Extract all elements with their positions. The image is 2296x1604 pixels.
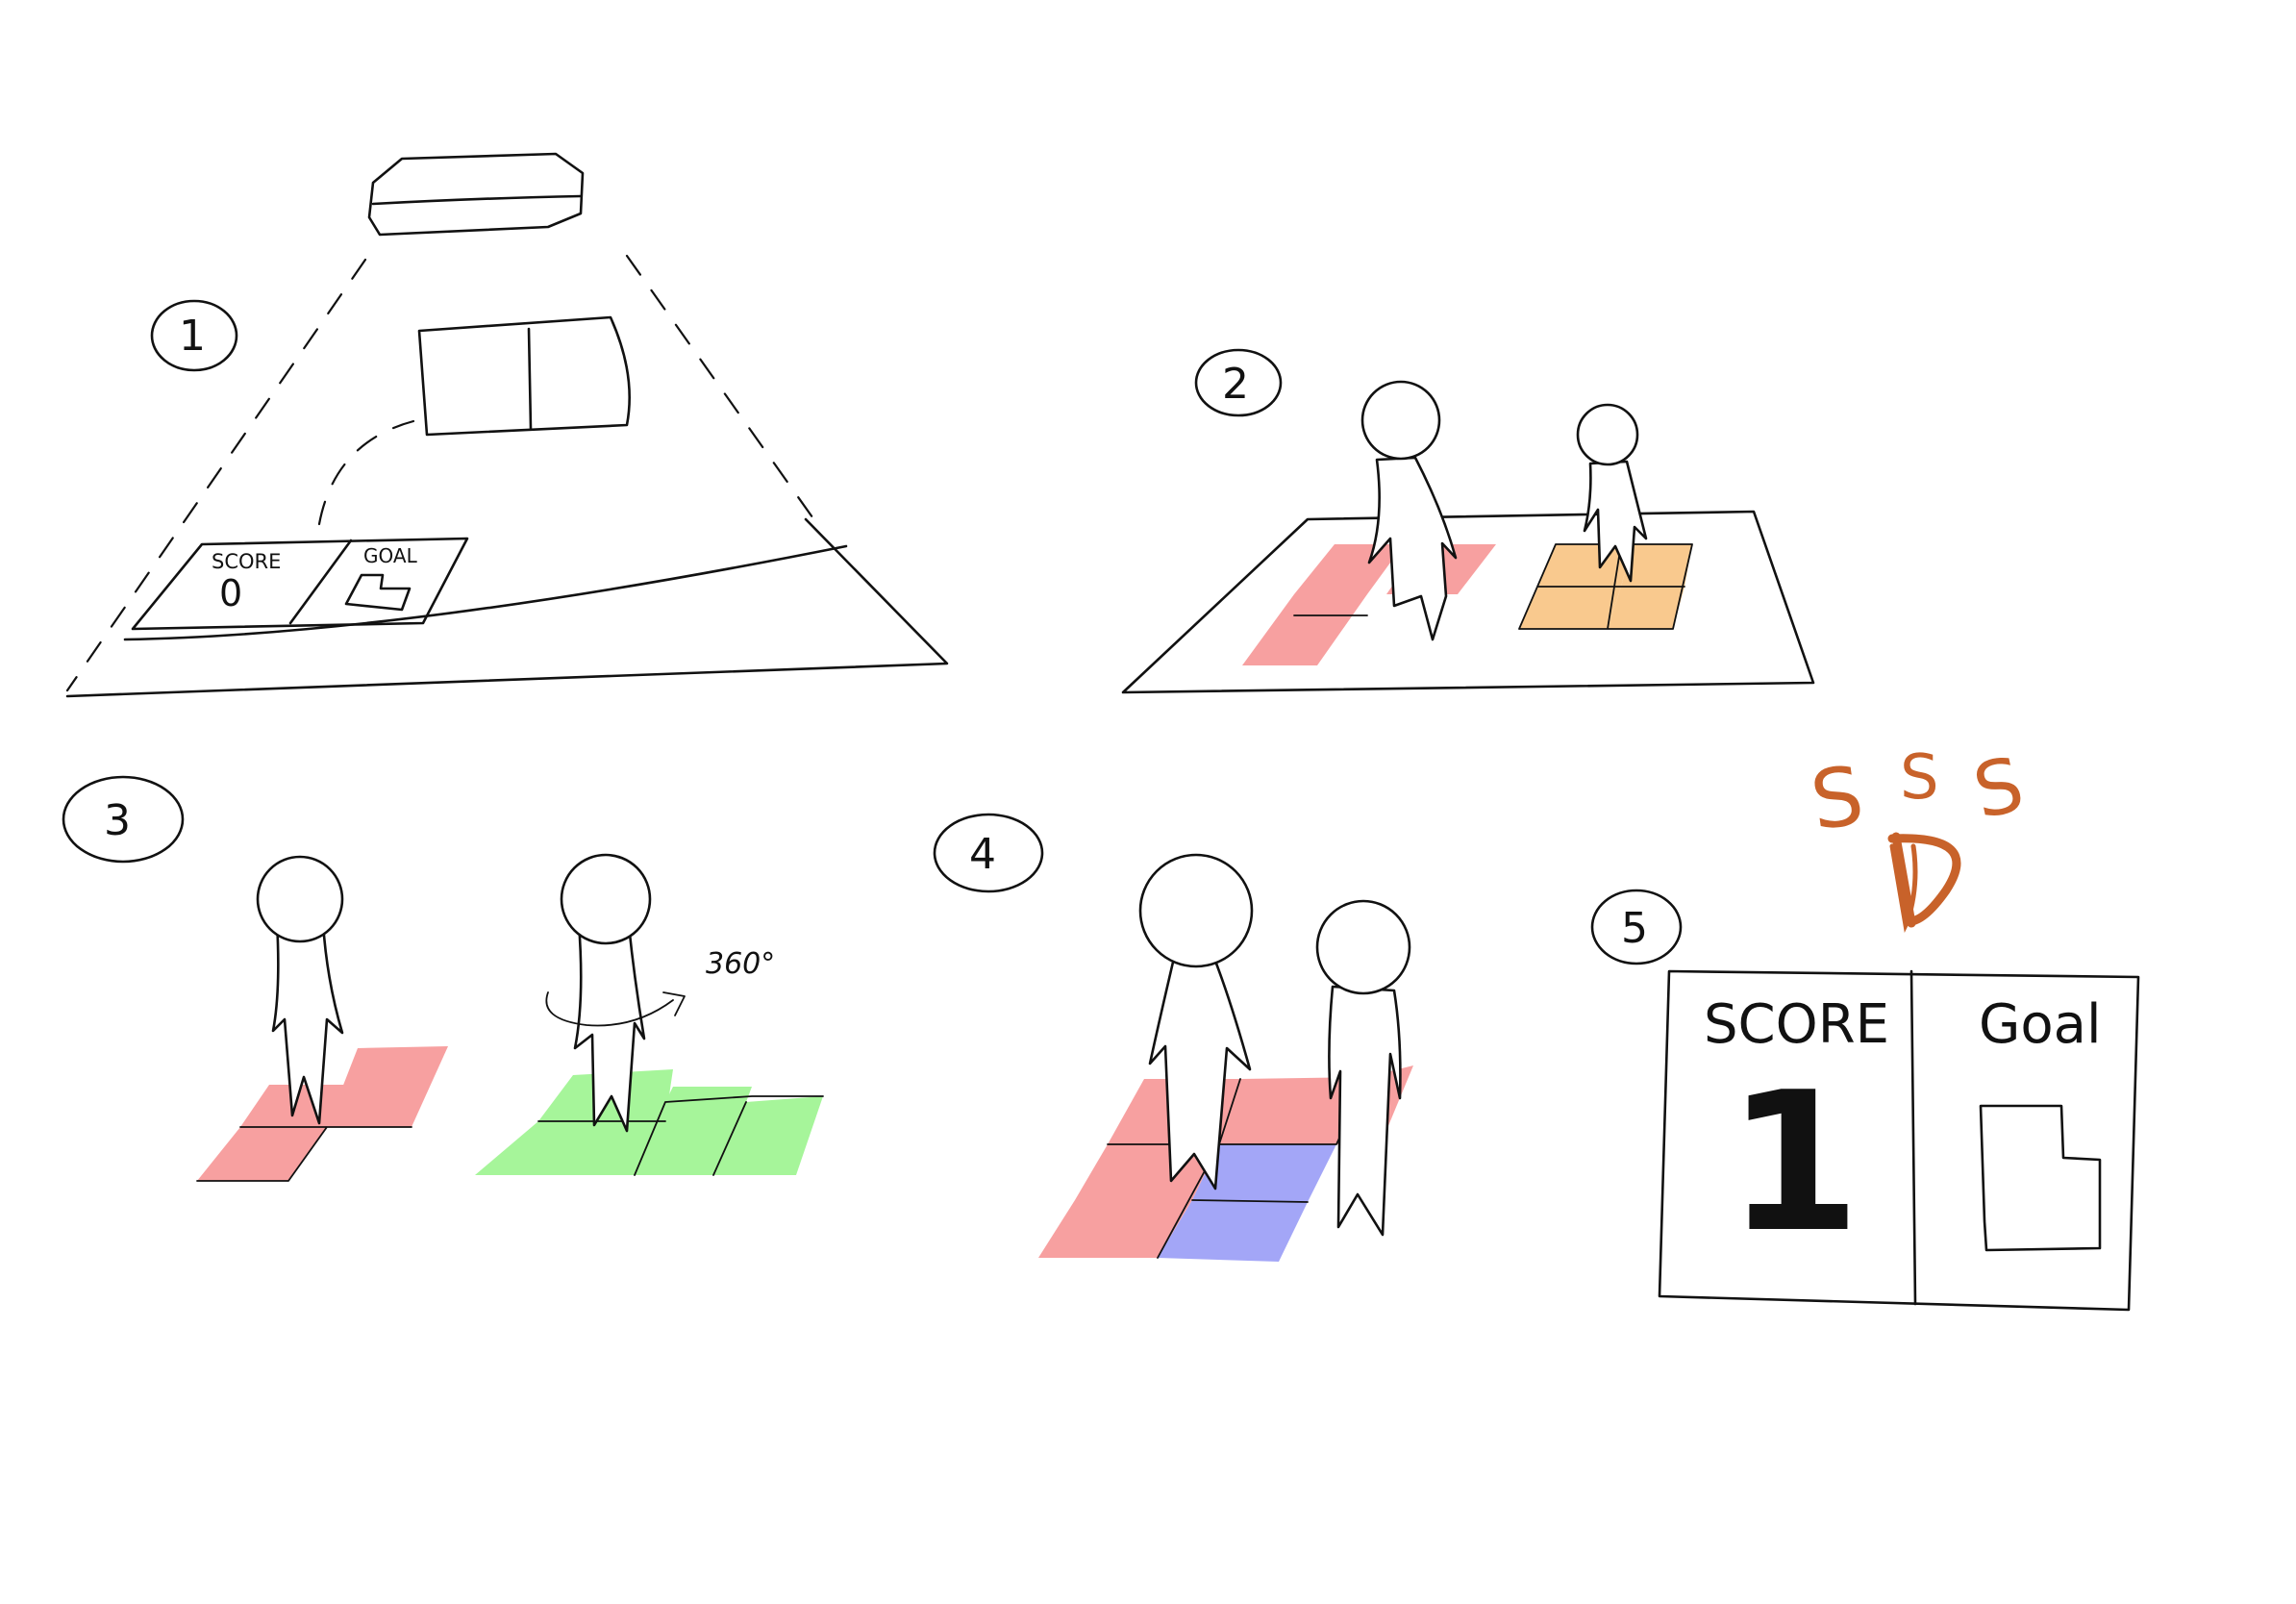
step-badge-5: 5	[1590, 889, 1683, 965]
panel-1: 1 SCORE 0 GOAL	[65, 152, 949, 698]
hud-board-small: SCORE 0 GOAL	[131, 537, 469, 631]
score-value-small: 0	[219, 572, 242, 614]
svg-text:S: S	[1900, 742, 1939, 814]
player-p2-tall	[1360, 380, 1458, 641]
red-tile	[1242, 594, 1367, 665]
score-label-small: SCORE	[212, 550, 281, 573]
projected-door	[417, 315, 632, 437]
goal-shape-large-icon	[1979, 1104, 2102, 1252]
player-p3-left	[256, 855, 344, 1125]
goal-label-large: Goal	[1979, 993, 2102, 1056]
svg-text:S: S	[1806, 748, 1869, 848]
play-floor	[1121, 510, 1815, 694]
score-value-large: 1	[1727, 1051, 1860, 1275]
step-badge-2: 2	[1194, 348, 1283, 417]
panel-4: 4	[933, 813, 1413, 1262]
step-number-3: 3	[104, 796, 131, 845]
step-number-4: 4	[969, 830, 996, 879]
step-number-1: 1	[179, 312, 206, 361]
green-tiles-p3	[475, 1069, 824, 1176]
goal-shape-small-icon	[344, 573, 412, 612]
sketch-canvas: 1 SCORE 0 GOAL 2 3 360° 4 5 S S S SCORE …	[62, 152, 2140, 1312]
player-p4-right	[1315, 899, 1411, 1237]
score-label-large: SCORE	[1704, 993, 1889, 1056]
green-tile	[475, 1121, 665, 1175]
panel-3: 3 360°	[62, 775, 824, 1182]
red-tile	[1294, 544, 1404, 594]
panel-5: 5 S S S SCORE Goal 1	[1590, 741, 2140, 1312]
panel-2: 2	[1121, 348, 1815, 694]
step-badge-4: 4	[933, 813, 1044, 893]
red-tile	[327, 1046, 448, 1127]
score-board: SCORE Goal 1	[1658, 969, 2140, 1312]
svg-text:S: S	[1966, 741, 2031, 836]
celebration-icon: S S S	[1806, 741, 2031, 933]
step-number-5: 5	[1621, 904, 1648, 953]
step-badge-1: 1	[150, 299, 238, 372]
rotation-label: 360°	[706, 947, 775, 981]
projector-icon	[367, 152, 585, 237]
orange-tile	[1608, 587, 1685, 629]
step-number-2: 2	[1222, 360, 1249, 409]
thrown-ball-trajectory	[317, 419, 415, 526]
step-badge-3: 3	[62, 775, 185, 864]
goal-label-small: GOAL	[363, 544, 418, 567]
